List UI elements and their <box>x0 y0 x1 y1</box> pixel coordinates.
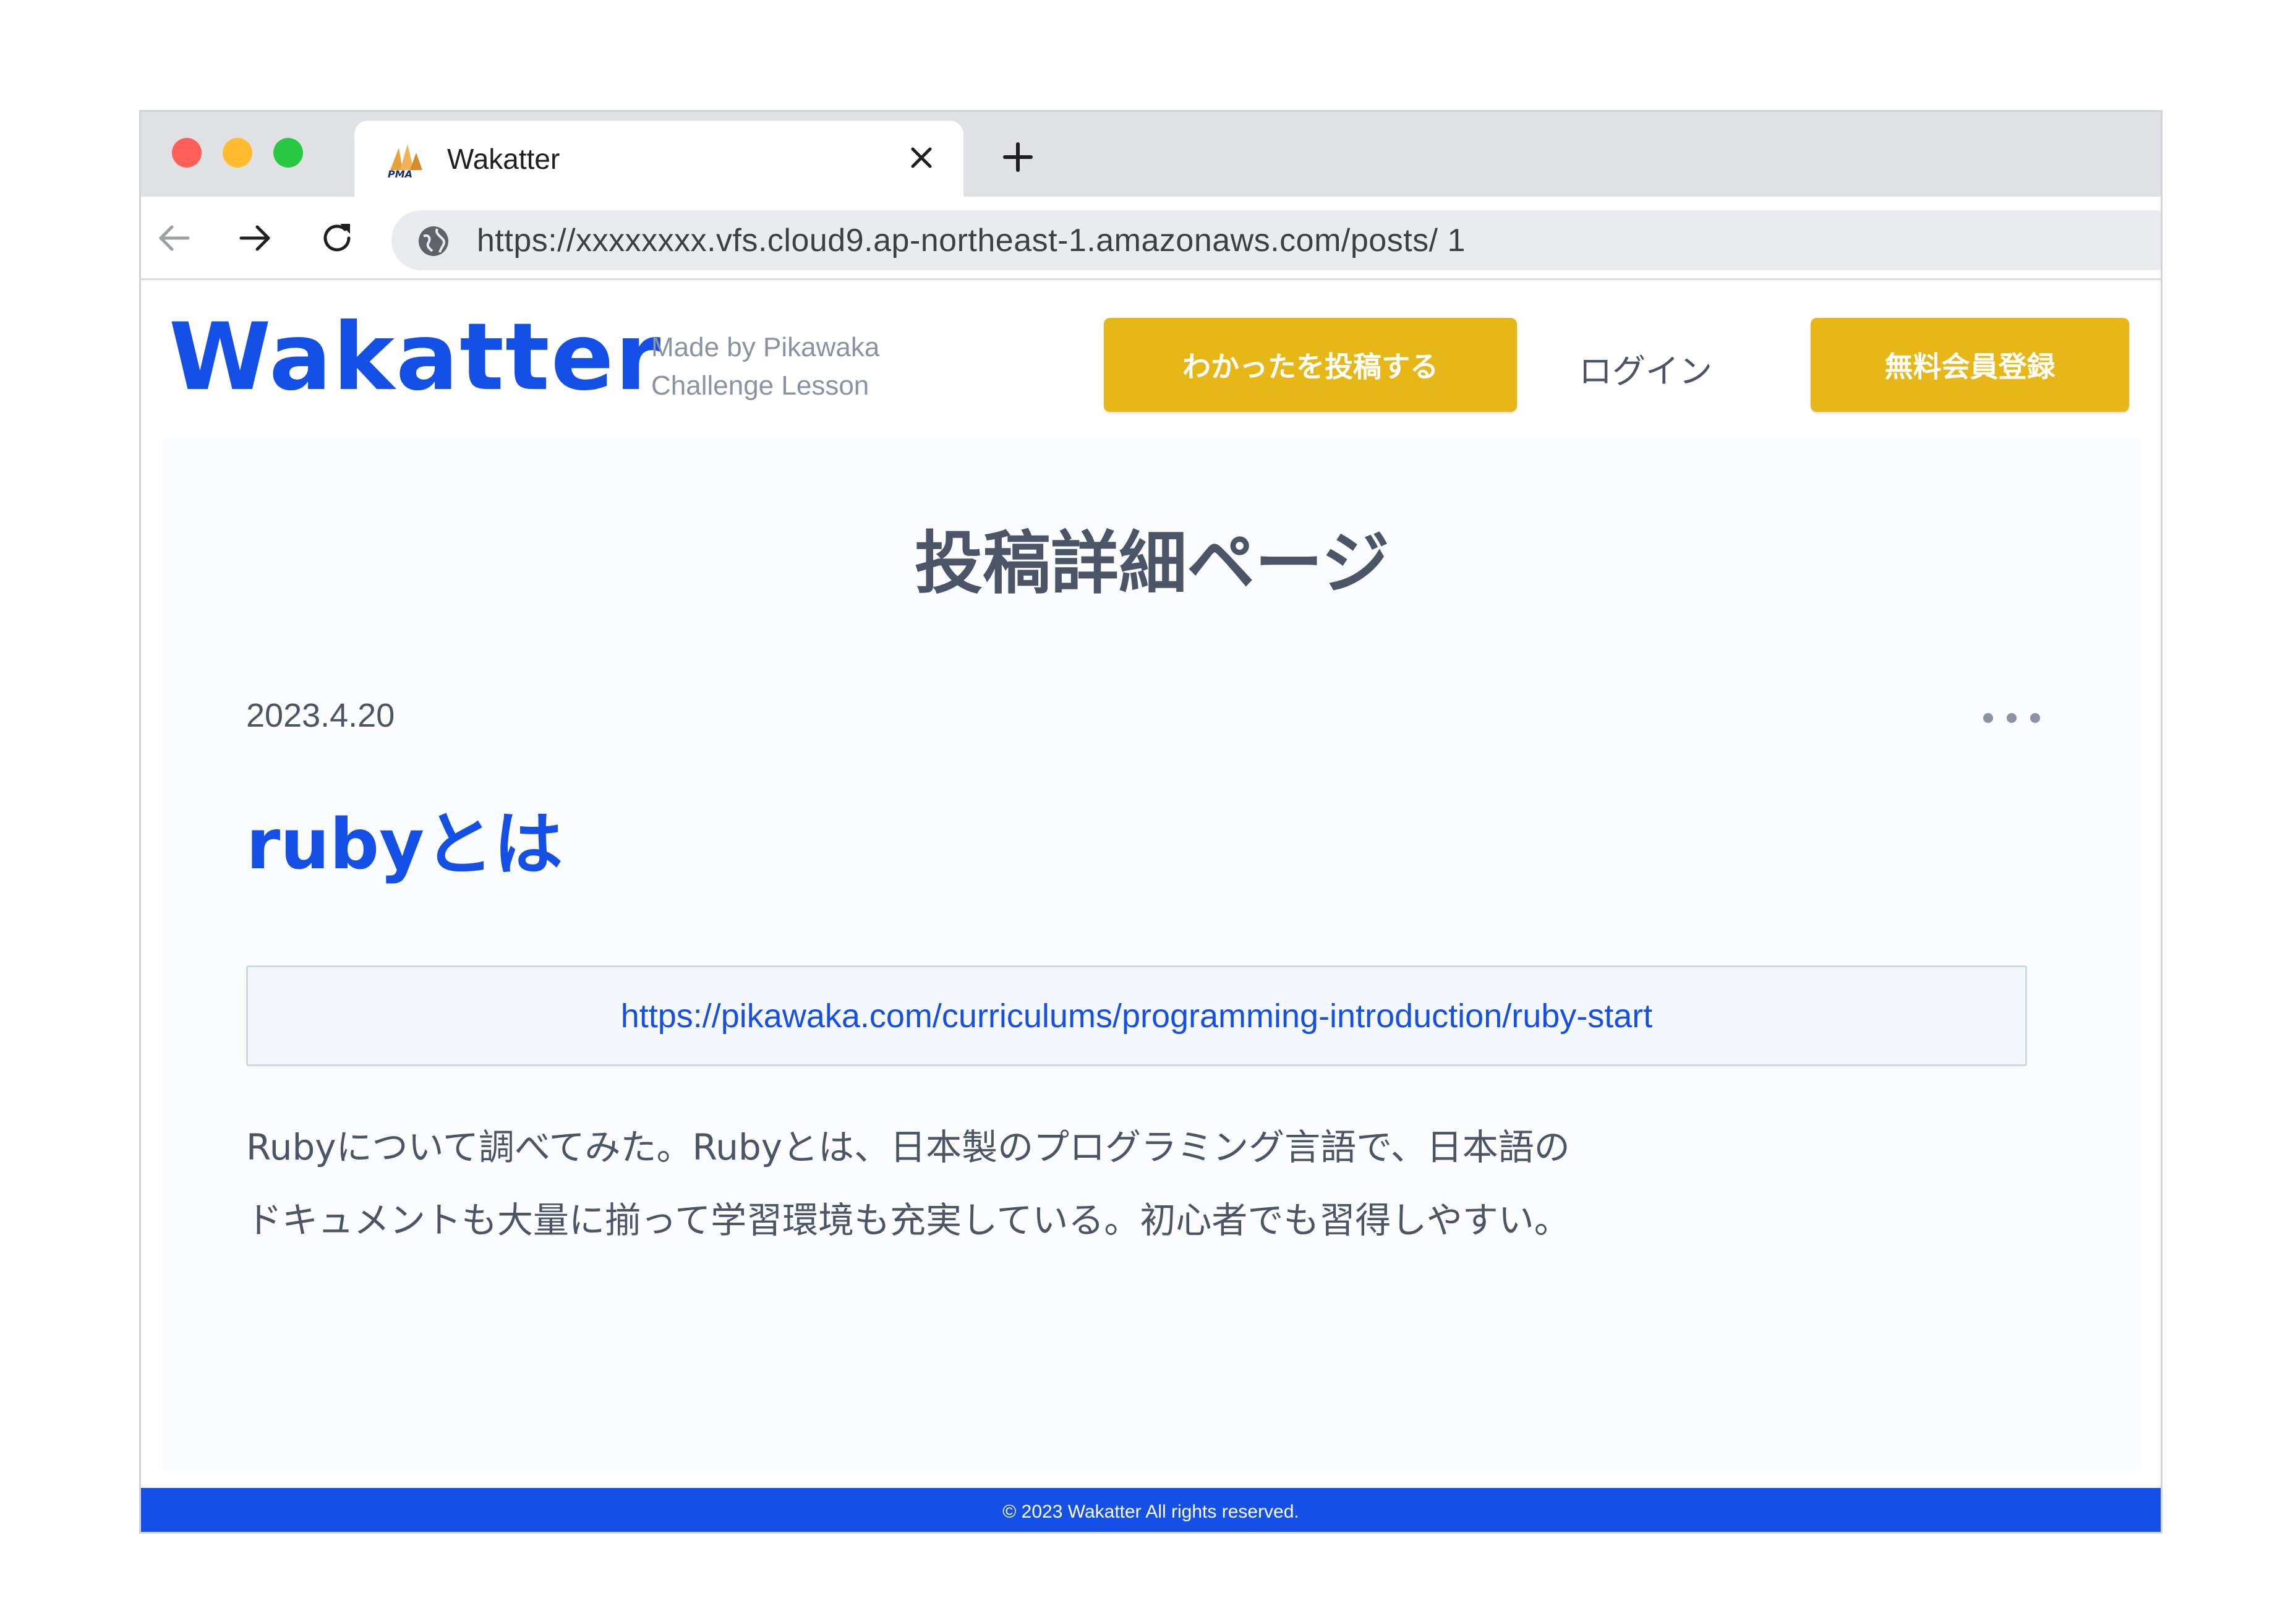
site-footer: © 2023 Wakatter All rights reserved. <box>141 1488 2161 1532</box>
tab-strip: PMA Wakatter <box>141 112 2161 197</box>
globe-icon <box>419 226 448 256</box>
tagline-line-2: Challenge Lesson <box>651 370 869 401</box>
browser-toolbar: https://xxxxxxxx.vfs.cloud9.ap-northeast… <box>141 197 2161 280</box>
more-options-icon[interactable] <box>1978 706 2046 730</box>
wakatter-logo[interactable]: Wakatter <box>169 308 662 407</box>
minimize-window-button[interactable] <box>223 138 252 168</box>
login-link[interactable]: ログイン <box>1579 344 1712 393</box>
post-date: 2023.4.20 <box>246 697 395 734</box>
post-title: rubyとは <box>246 805 563 885</box>
free-register-button[interactable]: 無料会員登録 <box>1811 318 2129 412</box>
close-window-button[interactable] <box>172 138 202 168</box>
maximize-window-button[interactable] <box>273 138 303 168</box>
post-detail-card: 投稿詳細ページ 2023.4.20 rubyとは https://pikawak… <box>163 437 2141 1474</box>
url-text[interactable]: https://xxxxxxxx.vfs.cloud9.ap-northeast… <box>477 221 1466 260</box>
tab-wakatter[interactable]: PMA Wakatter <box>354 121 963 197</box>
address-bar[interactable]: https://xxxxxxxx.vfs.cloud9.ap-northeast… <box>391 210 2161 270</box>
close-tab-icon[interactable] <box>904 140 939 175</box>
post-link[interactable]: https://pikawaka.com/curriculums/program… <box>621 997 1653 1035</box>
tagline-line-1: Made by Pikawaka <box>651 332 880 362</box>
page-title: 投稿詳細ページ <box>915 524 1390 603</box>
copyright-text: © 2023 Wakatter All rights reserved. <box>1002 1501 1299 1522</box>
site-header: Wakatter Made by Pikawaka Challenge Less… <box>141 282 2161 437</box>
browser-window: PMA Wakatter https://xxxxxxxx.vfs.cloud9… <box>139 110 2163 1534</box>
reload-icon[interactable] <box>315 216 359 260</box>
pma-favicon-icon: PMA <box>388 144 422 179</box>
post-link-box: https://pikawaka.com/curriculums/program… <box>246 965 2027 1066</box>
svg-text:PMA: PMA <box>388 168 412 179</box>
post-body: Rubyについて調べてみた。Rubyとは、日本製のプログラミング言語で、日本語の… <box>246 1111 2027 1257</box>
tab-title: Wakatter <box>447 143 560 175</box>
post-body-line-2: ドキュメントも大量に揃って学習環境も充実している。初心者でも習得しやすい。 <box>246 1199 1570 1241</box>
post-wakatta-button[interactable]: わかったを投稿する <box>1104 318 1517 412</box>
new-tab-icon[interactable] <box>997 137 1038 177</box>
back-arrow-icon[interactable] <box>152 216 195 260</box>
web-page: Wakatter Made by Pikawaka Challenge Less… <box>141 282 2161 1532</box>
tagline: Made by Pikawaka Challenge Lesson <box>651 328 879 405</box>
post-body-line-1: Rubyについて調べてみた。Rubyとは、日本製のプログラミング言語で、日本語の <box>246 1126 1570 1168</box>
forward-arrow-icon[interactable] <box>234 216 277 260</box>
